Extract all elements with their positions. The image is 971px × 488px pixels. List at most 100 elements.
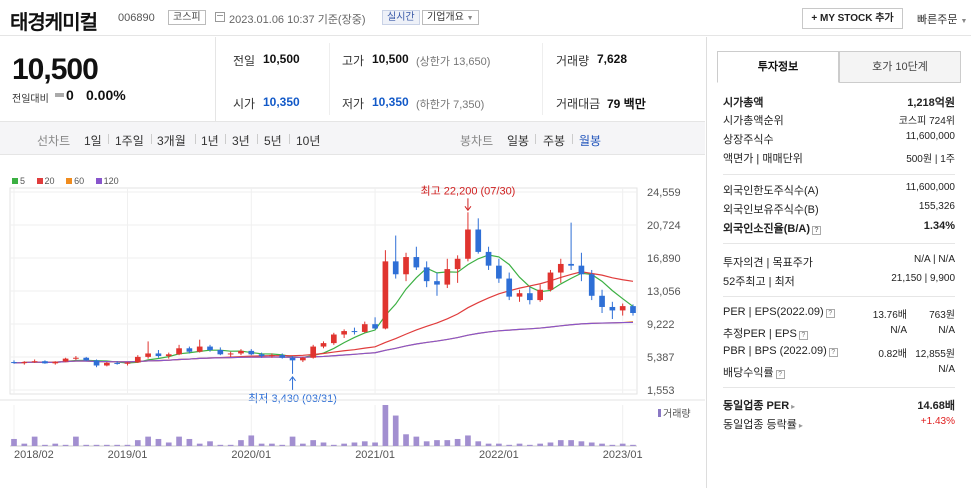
volume-bar (372, 442, 378, 446)
candle-body (186, 348, 193, 352)
period-10y[interactable]: 10년 (296, 132, 320, 149)
candle-body (382, 261, 389, 329)
candle-body (310, 346, 317, 358)
candle-body (134, 356, 141, 363)
volume-bar (423, 441, 430, 446)
quote-datetime: 2023.01.06 10:37 기준(장중) (229, 14, 366, 26)
volume-bar (382, 405, 389, 446)
add-my-stock-button[interactable]: + MY STOCK 추가 (802, 8, 903, 29)
candle-body (578, 265, 585, 275)
volume-bar (207, 441, 213, 446)
par-value-row: 액면가 | 매매단위 500원 | 1주 (723, 150, 955, 168)
help-icon[interactable]: ? (775, 370, 785, 379)
period-5y[interactable]: 5년 (264, 132, 282, 149)
candle-body (114, 362, 121, 364)
candle-body (31, 361, 38, 363)
candle-monthly[interactable]: 월봉 (579, 132, 601, 149)
current-price: 10,500 (12, 53, 99, 86)
candle-body (93, 360, 100, 366)
help-icon[interactable]: ? (828, 348, 838, 357)
info-tabs: 투자정보 호가 10단계 (717, 51, 961, 83)
volume-bar (444, 440, 451, 446)
volume-bar (516, 443, 523, 446)
candle-body (619, 306, 626, 311)
volume-bar (330, 444, 337, 446)
y-tick-label: 9,222 (647, 319, 675, 331)
volume-bar (547, 442, 554, 446)
period-1w[interactable]: 1주일 (115, 132, 144, 149)
candle-weekly[interactable]: 주봉 (543, 132, 565, 149)
quick-order-button[interactable]: 빠른주문 ▼ (917, 11, 967, 27)
candle-body (361, 324, 368, 332)
volume-bar (238, 440, 244, 446)
chevron-down-icon: ▼ (466, 15, 474, 22)
info-row-value: 500원 | 1주 (906, 154, 955, 165)
tab-invest-info[interactable]: 투자정보 (717, 51, 839, 83)
candle-body (516, 293, 523, 297)
help-icon[interactable]: ? (825, 309, 835, 318)
high-annotation: 최고 22,200 (07/30) (421, 184, 516, 197)
info-row-value: 155,326 (918, 201, 955, 212)
candle-body (207, 346, 213, 351)
volume-bar (568, 440, 574, 446)
info-row-label[interactable]: 동일업종 PER ▸ (723, 397, 795, 413)
info-row-value: 763원 (929, 310, 955, 321)
foreign-holding-row: 외국인보유주식수(B) 155,326 (723, 201, 955, 219)
sector-rate-row: 동일업종 등락률 ▸ +1.43% (723, 416, 955, 434)
low-annotation: 최저 3,430 (03/31) (248, 392, 337, 405)
info-row-value: 11,600,000 (905, 131, 955, 142)
candle-body (330, 334, 337, 344)
chevron-right-icon: ▸ (791, 402, 796, 411)
volume-bar (526, 444, 533, 446)
period-3y[interactable]: 3년 (232, 132, 250, 149)
y-tick-label: 24,559 (647, 187, 681, 199)
tab-quote-10[interactable]: 호가 10단계 (839, 51, 961, 83)
period-1d[interactable]: 1일 (84, 132, 102, 149)
divider (542, 43, 543, 115)
candle-body (320, 343, 327, 347)
stock-header: 태경케미컬 006890 코스피 2023.01.06 10:37 기준(장중)… (0, 0, 971, 36)
candle-body (62, 358, 69, 362)
divider (723, 174, 955, 175)
separator (108, 134, 109, 144)
volume-bar (11, 438, 17, 446)
separator (257, 134, 258, 144)
help-icon[interactable]: ? (812, 226, 821, 235)
info-row-label: 추정PER | EPS? (723, 325, 808, 341)
upper-limit: (상한가 13,650) (416, 56, 491, 68)
candle-daily[interactable]: 일봉 (507, 132, 529, 149)
per-row: PER | EPS(2022.09)? 13.76배 763원 (723, 306, 955, 324)
period-3m[interactable]: 3개월 (157, 132, 186, 149)
candle-body (609, 306, 616, 311)
period-1y[interactable]: 1년 (201, 132, 219, 149)
candle-body (526, 293, 533, 301)
foreign-ratio-row: 외국인소진율(B/A)? 1.34% (723, 220, 955, 238)
volume-bar (413, 436, 420, 446)
candle-body (496, 265, 502, 279)
realtime-button[interactable]: 실시간 (382, 10, 420, 25)
price-chart[interactable]: 5 20 60 120 24,559 20,724 16,890 13,056 9,22… (0, 156, 705, 468)
help-icon[interactable]: ? (798, 331, 808, 340)
candle-body (258, 354, 265, 357)
lower-limit: (하한가 7,350) (416, 99, 485, 111)
info-row-label: 배당수익률? (723, 364, 785, 380)
separator (535, 134, 536, 144)
info-row-value: 1.34% (923, 220, 955, 232)
corp-info-dropdown[interactable]: 기업개요 ▼ (422, 10, 479, 25)
candle-body (21, 362, 28, 364)
info-row-label[interactable]: 동일업종 등락률 ▸ (723, 416, 803, 432)
x-tick-label: 2020/01 (231, 449, 271, 461)
candle-body (537, 289, 543, 301)
candle-body (176, 348, 182, 355)
info-row-value: 12,855원 (915, 349, 955, 360)
candle-body (269, 355, 275, 357)
volume-bar (134, 440, 141, 446)
volume-bar (454, 438, 461, 446)
candle-body (289, 357, 296, 361)
volume-label: 거래량 (663, 408, 691, 420)
info-row-value: N/A (938, 325, 955, 336)
chevron-right-icon: ▸ (798, 421, 803, 430)
52w-row: 52주최고 | 최저 21,150 | 9,900 (723, 273, 955, 291)
candle-body (155, 353, 162, 357)
volume-bar (485, 443, 492, 446)
